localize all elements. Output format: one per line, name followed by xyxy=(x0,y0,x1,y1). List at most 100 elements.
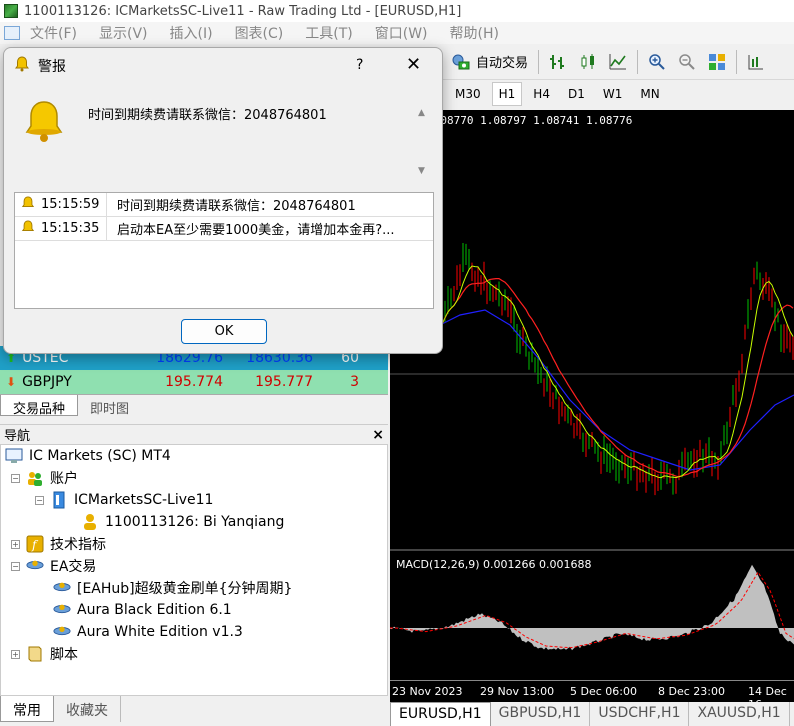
expand-icon[interactable]: + xyxy=(11,649,20,659)
chart-tab-gbpusd[interactable]: GBPUSD,H1 xyxy=(491,702,591,726)
alert-history-row[interactable]: 15:15:59 时间到期续费请联系微信：2048764801 xyxy=(15,193,433,217)
time-label: 5 Dec 06:00 xyxy=(570,685,637,698)
server-icon xyxy=(50,491,68,509)
nav-item-ea[interactable]: Aura White Edition v1.3 xyxy=(53,621,243,643)
nav-item-ea[interactable]: [EAHub]超级黄金刷单{分钟周期} xyxy=(53,577,292,599)
nav-item-label: Aura White Edition v1.3 xyxy=(77,624,243,640)
nav-item-server[interactable]: − ICMarketsSC-Live11 xyxy=(35,489,213,511)
nav-item-scripts[interactable]: + 脚本 xyxy=(11,643,78,665)
alert-message-area: 时间到期续费请联系微信：2048764801 ▲ ▼ xyxy=(14,96,434,184)
macd-histogram xyxy=(390,564,794,651)
alert-time: 15:15:35 xyxy=(41,221,100,236)
tab-tick-chart[interactable]: 即时图 xyxy=(78,395,141,417)
nav-item-ea[interactable]: Aura Black Edition 6.1 xyxy=(53,599,232,621)
tab-favorites[interactable]: 收藏夹 xyxy=(54,696,121,722)
alert-title: 警报 xyxy=(38,59,66,75)
price-chart[interactable]: D,H1 1.08770 1.08797 1.08741 1.08776 MAC… xyxy=(390,110,794,711)
market-watch-row[interactable]: ⬇ GBPJPY 195.774 195.777 3 xyxy=(0,370,388,394)
chart-tabs: EURUSD,H1 GBPUSD,H1 USDCHF,H1 XAUUSD,H1 xyxy=(390,702,794,726)
indicator-icon: f xyxy=(26,535,44,553)
expert-advisor-icon xyxy=(53,579,71,597)
chart-shift-icon[interactable] xyxy=(745,51,767,73)
chart-tab-eurusd[interactable]: EURUSD,H1 xyxy=(390,702,491,726)
nav-item-label: Aura Black Edition 6.1 xyxy=(77,602,232,618)
nav-item-root[interactable]: IC Markets (SC) MT4 xyxy=(5,445,171,467)
symbol-cell: ⬇ GBPJPY xyxy=(0,374,135,390)
app-icon xyxy=(4,4,18,18)
collapse-icon[interactable]: − xyxy=(11,473,20,483)
timeframe-m30[interactable]: M30 xyxy=(448,82,488,106)
timeframe-bar: M30 H1 H4 D1 W1 MN xyxy=(440,80,794,108)
menu-help[interactable]: 帮助(H) xyxy=(450,23,499,43)
nav-item-accounts[interactable]: − 账户 xyxy=(11,467,78,489)
nav-item-label: 1100113126: Bi Yanqiang xyxy=(105,514,285,530)
alert-time-cell: 15:15:35 xyxy=(15,217,107,240)
market-watch-tabs: 交易品种 即时图 xyxy=(0,394,388,417)
menu-charts[interactable]: 图表(C) xyxy=(235,23,284,43)
script-icon xyxy=(26,645,44,663)
candlestick-icon[interactable] xyxy=(577,51,599,73)
menu-tools[interactable]: 工具(T) xyxy=(305,23,352,43)
candles xyxy=(441,242,794,496)
nav-item-label: 账户 xyxy=(50,471,78,487)
expand-icon[interactable]: + xyxy=(11,539,20,549)
menu-insert[interactable]: 插入(I) xyxy=(170,23,213,43)
timeframe-h1[interactable]: H1 xyxy=(491,82,523,106)
chart-tab-xauusd[interactable]: XAUUSD,H1 xyxy=(689,702,790,726)
toolbar-separator xyxy=(736,49,738,74)
users-icon xyxy=(26,469,44,487)
bell-icon xyxy=(21,219,35,238)
alert-message: 时间到期续费请联系微信：2048764801 xyxy=(88,108,327,123)
alert-dialog: 警报 ? ✕ 时间到期续费请联系微信：2048764801 ▲ ▼ 15:15:… xyxy=(3,47,443,354)
menu-file[interactable]: 文件(F) xyxy=(30,23,77,43)
tab-symbols[interactable]: 交易品种 xyxy=(0,395,79,417)
window-titlebar: 1100113126: ICMarketsSC-Live11 - Raw Tra… xyxy=(0,0,794,22)
time-label: 8 Dec 23:00 xyxy=(658,685,725,698)
timeframe-h4[interactable]: H4 xyxy=(526,82,557,106)
line-chart-icon[interactable] xyxy=(607,51,629,73)
close-icon[interactable]: ✕ xyxy=(406,54,421,75)
tab-common[interactable]: 常用 xyxy=(0,696,54,722)
timeframe-d1[interactable]: D1 xyxy=(561,82,592,106)
nav-item-account[interactable]: 1100113126: Bi Yanqiang xyxy=(81,511,284,533)
bar-chart-icon[interactable] xyxy=(547,51,569,73)
alert-history: 15:15:59 时间到期续费请联系微信：2048764801 15:15:35… xyxy=(14,192,434,309)
mdi-window-icon[interactable] xyxy=(4,26,20,40)
ok-button[interactable]: OK xyxy=(181,319,267,344)
toolbar-separator xyxy=(637,49,639,74)
zoom-in-icon[interactable] xyxy=(646,51,668,73)
ask-cell: 195.777 xyxy=(255,374,313,390)
bell-icon xyxy=(21,195,35,214)
ma-fast-line xyxy=(441,265,794,479)
chart-tab-usdchf[interactable]: USDCHF,H1 xyxy=(590,702,690,726)
toolbar-separator xyxy=(538,49,540,74)
alert-time: 15:15:59 xyxy=(41,197,100,212)
help-icon[interactable]: ? xyxy=(356,57,363,73)
nav-item-label: IC Markets (SC) MT4 xyxy=(29,448,171,464)
macd-header: MACD(12,26,9) 0.001266 0.001688 xyxy=(396,558,592,571)
tile-windows-icon[interactable] xyxy=(706,51,728,73)
nav-item-experts[interactable]: − EA交易 xyxy=(11,555,96,577)
autotrade-button[interactable]: 自动交易 xyxy=(440,48,534,76)
scroll-up-icon[interactable]: ▲ xyxy=(418,108,425,118)
close-icon[interactable]: × xyxy=(372,427,384,443)
navigator-tree: IC Markets (SC) MT4 − 账户 − ICMarketsSC-L… xyxy=(0,444,388,696)
scroll-down-icon[interactable]: ▼ xyxy=(418,166,425,176)
user-icon xyxy=(81,513,99,531)
menu-window[interactable]: 窗口(W) xyxy=(375,23,428,43)
timeframe-mn[interactable]: MN xyxy=(633,82,666,106)
nav-item-indicators[interactable]: + f 技术指标 xyxy=(11,533,106,555)
zoom-out-icon[interactable] xyxy=(676,51,698,73)
collapse-icon[interactable]: − xyxy=(11,561,20,571)
time-label: 23 Nov 2023 xyxy=(392,685,463,698)
menu-view[interactable]: 显示(V) xyxy=(99,23,148,43)
timeframe-w1[interactable]: W1 xyxy=(596,82,630,106)
nav-item-label: [EAHub]超级黄金刷单{分钟周期} xyxy=(77,581,293,597)
time-axis: 23 Nov 2023 29 Nov 13:00 5 Dec 06:00 8 D… xyxy=(390,680,794,711)
collapse-icon[interactable]: − xyxy=(35,495,44,505)
nav-item-label: 技术指标 xyxy=(50,537,106,553)
terminal-icon xyxy=(5,447,23,465)
alert-history-row[interactable]: 15:15:35 启动本EA至少需要1000美金，请增加本金再?... xyxy=(15,217,433,241)
alert-history-text: 启动本EA至少需要1000美金，请增加本金再?... xyxy=(117,223,395,238)
chart-canvas[interactable] xyxy=(390,110,794,680)
